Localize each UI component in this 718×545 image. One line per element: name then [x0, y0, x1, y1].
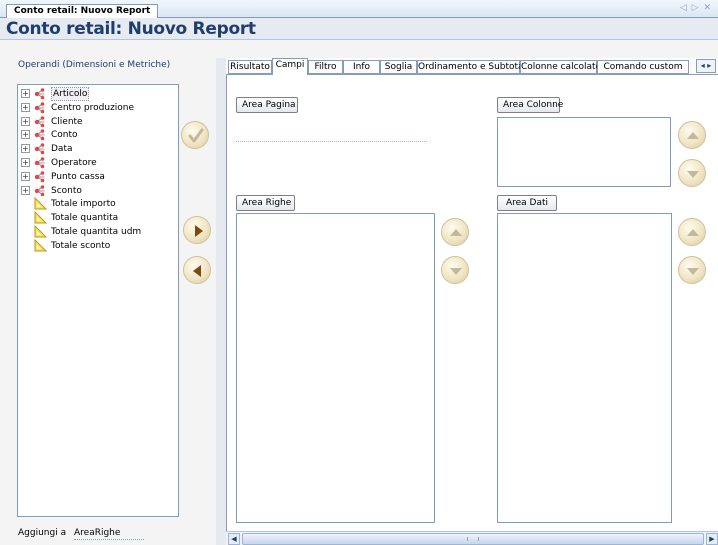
arrow-right-icon — [195, 225, 203, 237]
tree-node-label: Totale quantita — [51, 213, 119, 224]
add-field-button[interactable] — [183, 216, 211, 244]
expand-icon[interactable]: + — [21, 116, 30, 126]
dimension-icon — [33, 184, 47, 197]
tree-node-label: Sconto — [51, 185, 82, 196]
metric-icon — [34, 224, 48, 238]
dimension-icon — [33, 87, 47, 100]
tree-metric-node[interactable]: Totale quantita — [21, 210, 176, 225]
tree-dimension-node[interactable]: + Articolo — [21, 87, 176, 101]
tree-dimension-node[interactable]: + Punto cassa — [21, 170, 176, 184]
tree-node-label: Centro produzione — [51, 102, 135, 113]
panel-splitter[interactable] — [216, 58, 226, 545]
expand-icon[interactable]: + — [21, 185, 30, 195]
area-righe-list[interactable] — [236, 213, 435, 523]
tree-dimension-node[interactable]: + Conto — [21, 128, 176, 142]
dimension-icon — [33, 101, 47, 114]
campi-tab-body: Area Pagina Area Colonne Area Righe Area… — [226, 74, 718, 531]
dati-move-up-button[interactable] — [678, 218, 706, 246]
add-to-select[interactable]: AreaRighe — [74, 528, 144, 540]
expand-icon[interactable]: + — [21, 130, 30, 140]
tree-node-label: Totale importo — [51, 199, 116, 210]
expand-icon[interactable]: + — [21, 144, 30, 154]
tree-dimension-node[interactable]: + Cliente — [21, 115, 176, 129]
dimension-icon — [33, 142, 47, 155]
arrow-down-icon — [450, 268, 462, 275]
operands-tree[interactable]: + Articolo + Centro produzione + Cliente + Cont… — [17, 84, 179, 517]
area-colonne-button[interactable]: Area Colonne — [497, 97, 563, 113]
report-editor: Risultato Campi Filtro Info Soglia Ordin… — [226, 58, 718, 545]
document-nav-arrows[interactable]: ◁ ▷ ✕ — [680, 3, 712, 13]
tree-metric-node[interactable]: Totale quantita udm — [21, 224, 176, 239]
add-to-label: Aggiungi a — [18, 528, 67, 538]
tree-node-label: Conto — [51, 130, 78, 141]
area-pagina-button[interactable]: Area Pagina — [236, 97, 298, 113]
tree-node-label: Articolo — [51, 87, 90, 101]
dimension-icon — [33, 128, 47, 141]
righe-move-down-button[interactable] — [441, 256, 469, 284]
arrow-left-icon — [193, 265, 201, 277]
report-header: Conto retail: Nuovo Report — [0, 18, 718, 40]
arrow-up-icon — [687, 229, 699, 236]
expand-icon[interactable]: + — [21, 171, 30, 181]
arrow-down-icon — [687, 268, 699, 275]
confirm-button[interactable] — [181, 121, 209, 149]
dimension-icon — [33, 115, 47, 128]
tab-filtro[interactable]: Filtro — [308, 60, 343, 74]
tab-risultato[interactable]: Risultato — [228, 60, 272, 74]
expand-icon[interactable]: + — [21, 158, 30, 167]
tree-node-label: Data — [51, 144, 73, 155]
tree-node-label: Cliente — [51, 116, 83, 127]
tree-metric-node[interactable]: Totale sconto — [21, 238, 176, 253]
operands-title: Operandi (Dimensioni e Metriche) — [18, 60, 171, 70]
tab-soglia[interactable]: Soglia — [380, 60, 417, 74]
colonne-move-up-button[interactable] — [678, 121, 706, 149]
tab-comando-custom[interactable]: Comando custom — [597, 60, 689, 74]
righe-move-up-button[interactable] — [441, 218, 469, 246]
tab-strip: Risultato Campi Filtro Info Soglia Ordin… — [226, 58, 718, 75]
expand-icon[interactable]: + — [21, 102, 30, 112]
tab-colonne-calcolate[interactable]: Colonne calcolate — [520, 60, 601, 74]
tree-node-label: Punto cassa — [51, 171, 105, 182]
metric-icon — [34, 210, 48, 224]
area-pagina-dropzone[interactable] — [236, 141, 427, 142]
tab-scroll-arrows[interactable]: ◂ ▸ — [696, 59, 716, 73]
check-icon — [188, 128, 204, 143]
scrollbar-thumb[interactable] — [242, 533, 704, 545]
tree-dimension-node[interactable]: + Centro produzione — [21, 101, 176, 115]
document-tab[interactable]: Conto retail: Nuovo Report — [6, 4, 159, 19]
tree-node-label: Totale sconto — [51, 240, 111, 251]
tree-dimension-node[interactable]: + Operatore — [21, 156, 176, 170]
tree-metric-node[interactable]: Totale importo — [21, 197, 176, 211]
area-righe-button[interactable]: Area Righe — [236, 195, 295, 211]
metric-icon — [34, 238, 48, 252]
dimension-icon — [33, 156, 47, 169]
area-dati-list[interactable] — [497, 213, 672, 523]
arrow-down-icon — [687, 171, 699, 178]
arrow-up-icon — [687, 132, 699, 139]
area-colonne-list[interactable] — [497, 117, 671, 187]
scrollbar-grip-icon — [467, 537, 479, 541]
tab-info[interactable]: Info — [343, 60, 380, 74]
colonne-move-down-button[interactable] — [678, 159, 706, 187]
scroll-right-icon[interactable]: ▶ — [706, 533, 718, 545]
tree-node-label: Operatore — [51, 158, 97, 168]
dimension-icon — [33, 170, 47, 183]
document-tabstrip: Conto retail: Nuovo Report ◁ ▷ ✕ — [0, 0, 718, 19]
metric-icon — [34, 197, 48, 210]
tree-dimension-node[interactable]: + Sconto — [21, 184, 176, 198]
horizontal-scrollbar[interactable]: ◀ ▶ — [226, 531, 718, 545]
tree-node-label: Totale quantita udm — [51, 227, 142, 237]
operands-panel: Operandi (Dimensioni e Metriche) + Artico… — [0, 58, 216, 545]
remove-field-button[interactable] — [183, 256, 211, 284]
expand-icon[interactable]: + — [21, 89, 30, 98]
tab-ordinamento[interactable]: Ordinamento e Subtotali — [417, 60, 529, 74]
dati-move-down-button[interactable] — [678, 256, 706, 284]
tree-dimension-node[interactable]: + Data — [21, 142, 176, 156]
arrow-up-icon — [450, 229, 462, 236]
scroll-left-icon[interactable]: ◀ — [228, 533, 240, 545]
page-title: Conto retail: Nuovo Report — [6, 19, 256, 39]
area-dati-button[interactable]: Area Dati — [497, 195, 557, 211]
tab-campi[interactable]: Campi — [272, 58, 308, 75]
